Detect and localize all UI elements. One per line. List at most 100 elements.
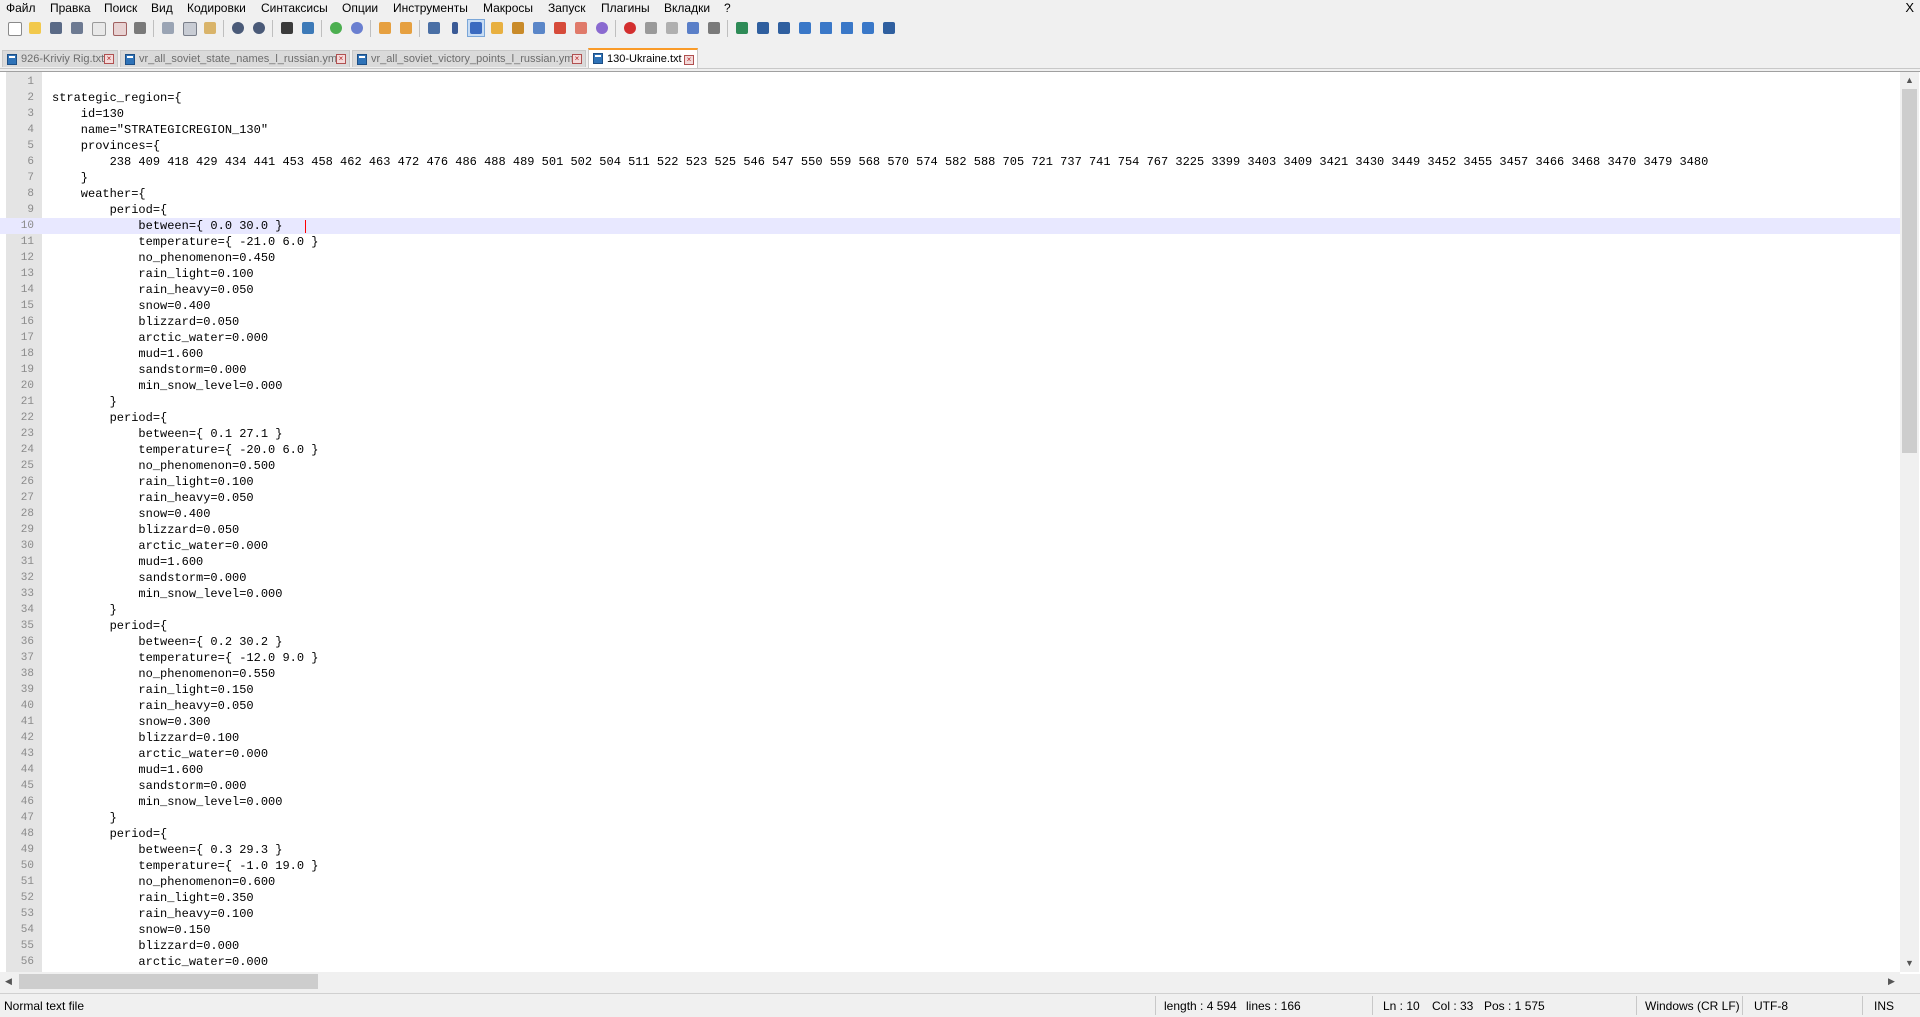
line-text[interactable]: period={	[52, 202, 168, 218]
line-text[interactable]: between={ 0.2 30.2 }	[52, 634, 282, 650]
code-line[interactable]: 7 }	[0, 170, 1900, 186]
save-all-icon[interactable]	[69, 20, 85, 36]
line-text[interactable]: between={ 0.3 29.3 }	[52, 842, 282, 858]
menu-search[interactable]: Поиск	[104, 1, 137, 15]
line-text[interactable]: arctic_water=0.000	[52, 954, 268, 970]
code-line[interactable]: 20 min_snow_level=0.000	[0, 378, 1900, 394]
menu-edit[interactable]: Правка	[50, 1, 91, 15]
line-text[interactable]: }	[52, 810, 117, 826]
horizontal-scrollbar[interactable]: ◀ ▶	[0, 972, 1900, 991]
plugin-icon-2[interactable]	[755, 20, 771, 36]
function-list-icon[interactable]	[531, 20, 547, 36]
scroll-down-icon[interactable]: ▼	[1900, 955, 1919, 972]
show-preview-icon[interactable]	[594, 20, 610, 36]
code-line[interactable]: 46 min_snow_level=0.000	[0, 794, 1900, 810]
line-text[interactable]: }	[52, 394, 117, 410]
run-macro-multiple-icon[interactable]	[685, 20, 701, 36]
code-line[interactable]: 37 temperature={ -12.0 9.0 }	[0, 650, 1900, 666]
code-line[interactable]: 14 rain_heavy=0.050	[0, 282, 1900, 298]
line-text[interactable]: rain_heavy=0.050	[52, 282, 253, 298]
code-line[interactable]: 24 temperature={ -20.0 6.0 }	[0, 442, 1900, 458]
scroll-up-icon[interactable]: ▲	[1900, 72, 1919, 89]
code-line[interactable]: 15 snow=0.400	[0, 298, 1900, 314]
cut-icon[interactable]	[160, 20, 176, 36]
code-line[interactable]: 33 min_snow_level=0.000	[0, 586, 1900, 602]
menu-tools[interactable]: Инструменты	[393, 1, 468, 15]
line-text[interactable]: 238 409 418 429 434 441 453 458 462 463 …	[52, 154, 1709, 170]
window-close-button[interactable]: X	[1905, 0, 1914, 15]
line-text[interactable]: no_phenomenon=0.600	[52, 874, 275, 890]
code-line[interactable]: 35 period={	[0, 618, 1900, 634]
line-text[interactable]: arctic_water=0.000	[52, 538, 268, 554]
plugin-down-icon[interactable]	[839, 20, 855, 36]
undo-icon[interactable]	[230, 20, 246, 36]
code-line[interactable]: 29 blizzard=0.050	[0, 522, 1900, 538]
line-text[interactable]: between={ 0.0 30.0 }	[52, 218, 282, 234]
horizontal-scroll-thumb[interactable]	[19, 974, 318, 989]
play-macro-icon[interactable]	[664, 20, 680, 36]
line-text[interactable]: snow=0.400	[52, 506, 210, 522]
line-text[interactable]: between={ 0.1 27.1 }	[52, 426, 282, 442]
code-line[interactable]: 9 period={	[0, 202, 1900, 218]
code-line[interactable]: 38 no_phenomenon=0.550	[0, 666, 1900, 682]
code-line[interactable]: 34 }	[0, 602, 1900, 618]
vertical-scrollbar[interactable]: ▲ ▼	[1900, 72, 1919, 972]
line-text[interactable]: temperature={ -1.0 19.0 }	[52, 858, 318, 874]
tab-close-icon[interactable]: ×	[104, 54, 114, 64]
plugin-icon-6[interactable]	[881, 20, 897, 36]
line-text[interactable]: sandstorm=0.000	[52, 778, 246, 794]
line-text[interactable]: rain_light=0.350	[52, 890, 253, 906]
record-macro-icon[interactable]	[622, 20, 638, 36]
code-line[interactable]: 56 arctic_water=0.000	[0, 954, 1900, 970]
code-line[interactable]: 28 snow=0.400	[0, 506, 1900, 522]
show-all-chars-icon[interactable]	[447, 20, 463, 36]
code-line[interactable]: 44 mud=1.600	[0, 762, 1900, 778]
menu-syntax[interactable]: Синтаксисы	[261, 1, 328, 15]
menu-run[interactable]: Запуск	[548, 1, 586, 15]
code-line[interactable]: 39 rain_light=0.150	[0, 682, 1900, 698]
line-text[interactable]: blizzard=0.100	[52, 730, 239, 746]
line-text[interactable]: rain_heavy=0.100	[52, 906, 253, 922]
redo-icon[interactable]	[251, 20, 267, 36]
code-line[interactable]: 48 period={	[0, 826, 1900, 842]
open-file-icon[interactable]	[27, 20, 43, 36]
line-text[interactable]: strategic_region={	[52, 90, 182, 106]
line-text[interactable]: rain_heavy=0.050	[52, 490, 253, 506]
monitoring-icon[interactable]	[573, 20, 589, 36]
line-text[interactable]: sandstorm=0.000	[52, 362, 246, 378]
editor-area[interactable]: 1 2 strategic_region={3 id=130 4 name="STRA…	[0, 71, 1920, 991]
line-text[interactable]: min_snow_level=0.000	[52, 794, 282, 810]
code-line[interactable]: 5 provinces={	[0, 138, 1900, 154]
line-text[interactable]: temperature={ -20.0 6.0 }	[52, 442, 318, 458]
line-text[interactable]: mud=1.600	[52, 762, 203, 778]
code-line[interactable]: 30 arctic_water=0.000	[0, 538, 1900, 554]
code-line[interactable]: 17 arctic_water=0.000	[0, 330, 1900, 346]
line-text[interactable]: name="STRATEGICREGION_130"	[52, 122, 268, 138]
code-line[interactable]: 3 id=130	[0, 106, 1900, 122]
menu-encoding[interactable]: Кодировки	[187, 1, 246, 15]
line-text[interactable]: }	[52, 602, 117, 618]
menu-plugins[interactable]: Плагины	[601, 1, 650, 15]
code-line[interactable]: 50 temperature={ -1.0 19.0 }	[0, 858, 1900, 874]
line-text[interactable]: snow=0.400	[52, 298, 210, 314]
code-line[interactable]: 42 blizzard=0.100	[0, 730, 1900, 746]
line-text[interactable]: temperature={ -21.0 6.0 }	[52, 234, 318, 250]
line-text[interactable]: sandstorm=0.000	[52, 570, 246, 586]
line-text[interactable]: mud=1.600	[52, 554, 203, 570]
line-text[interactable]: no_phenomenon=0.450	[52, 250, 275, 266]
vertical-scroll-thumb[interactable]	[1902, 89, 1917, 453]
code-lines[interactable]: 1 2 strategic_region={3 id=130 4 name="STRA…	[0, 74, 1900, 970]
code-line[interactable]: 53 rain_heavy=0.100	[0, 906, 1900, 922]
sync-horizontal-icon[interactable]	[398, 20, 414, 36]
line-text[interactable]: no_phenomenon=0.550	[52, 666, 275, 682]
scroll-left-icon[interactable]: ◀	[0, 972, 17, 991]
code-line[interactable]: 8 weather={	[0, 186, 1900, 202]
tab-soviet-state-names[interactable]: vr_all_soviet_state_names_l_russian.yml …	[120, 50, 350, 67]
code-line[interactable]: 36 between={ 0.2 30.2 }	[0, 634, 1900, 650]
code-line[interactable]: 16 blizzard=0.050	[0, 314, 1900, 330]
line-text[interactable]: snow=0.300	[52, 714, 210, 730]
line-text[interactable]: blizzard=0.050	[52, 314, 239, 330]
code-line[interactable]: 13 rain_light=0.100	[0, 266, 1900, 282]
tab-926-kriviy-rig[interactable]: 926-Kriviy Rig.txt ×	[2, 50, 118, 67]
user-language-icon[interactable]	[489, 20, 505, 36]
